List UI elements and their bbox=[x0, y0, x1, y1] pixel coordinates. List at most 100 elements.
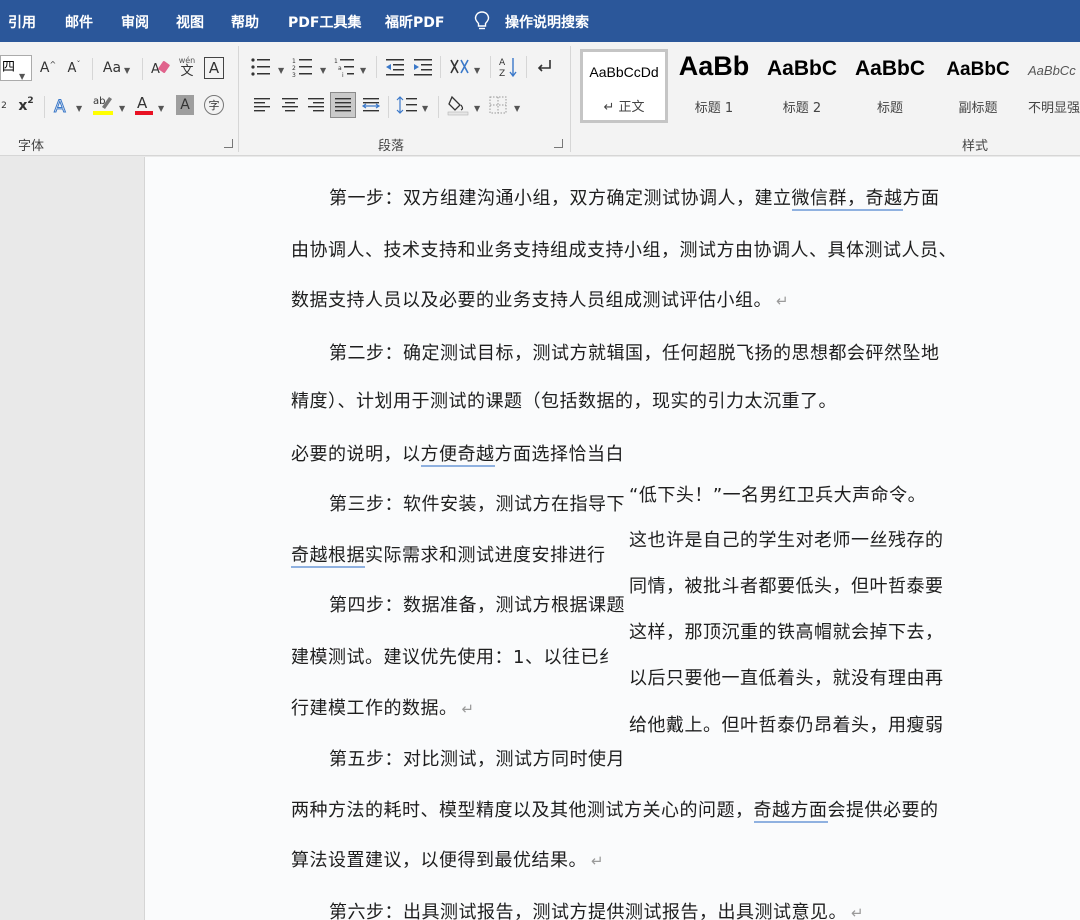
character-shading-button[interactable]: A bbox=[176, 95, 194, 115]
menu-pdf-tools[interactable]: PDF工具集 bbox=[288, 12, 361, 32]
style-name: 副标题 bbox=[958, 101, 998, 116]
style-subtle-emphasis[interactable]: AaBbCc 不明显强 bbox=[1024, 49, 1080, 123]
styles-gallery: AaBbCcDd ↵ 正文 AaBb 标题 1 AaBbC 标题 2 AaBbC… bbox=[578, 47, 1080, 127]
shrink-font-icon: A bbox=[67, 60, 77, 76]
document-line: 必要的说明，以方便奇越方面选择恰当白 bbox=[291, 440, 624, 467]
character-shading-icon: A bbox=[180, 97, 190, 113]
line-text: 实际需求和测试进度安排进行 bbox=[365, 545, 606, 566]
style-normal[interactable]: AaBbCcDd ↵ 正文 bbox=[580, 49, 668, 123]
decrease-indent-icon[interactable] bbox=[384, 56, 406, 78]
font-size-field[interactable]: 四 ▼ bbox=[0, 55, 32, 81]
document-line: 第二步：确定测试目标，测试方就辑国，任何超脱飞扬的思想都会砰然坠地 bbox=[329, 339, 940, 365]
ribbon: 四 ▼ A ^ Aˇ Aa ▼ A wén 文 A 2 x2 A ▼ ab ▼ A … bbox=[0, 42, 1080, 156]
line-text: 方面 bbox=[902, 188, 940, 209]
paragraph-dialog-launcher-icon[interactable] bbox=[554, 139, 563, 148]
style-sample: AaBbC bbox=[766, 57, 837, 80]
line-text: 行建模工作的数据。 bbox=[291, 698, 458, 719]
menu-foxit-pdf[interactable]: 福昕PDF bbox=[385, 12, 444, 32]
highlight-color-icon[interactable]: ab bbox=[92, 93, 114, 117]
font-color-icon[interactable]: A bbox=[134, 93, 154, 117]
overlay-line: 以后只要他一直低着头，就没有理由再 bbox=[629, 668, 944, 689]
line-text: 两种方法的耗时、模型精度以及其他测试方关心的问题， bbox=[291, 800, 754, 821]
svg-text:Z: Z bbox=[499, 69, 505, 79]
character-border-icon: A bbox=[208, 59, 220, 77]
enclose-characters-button[interactable]: 字 bbox=[204, 95, 224, 115]
line-text: 第四步：数据准备，测试方根据课题 bbox=[329, 595, 625, 616]
menu-view[interactable]: 视图 bbox=[176, 12, 204, 32]
change-case-icon: Aa bbox=[102, 60, 122, 76]
line-text: 算法设置建议，以便得到最优结果。 bbox=[291, 850, 587, 871]
text-effects-icon[interactable]: A bbox=[52, 95, 72, 118]
increase-indent-icon[interactable] bbox=[412, 56, 434, 78]
enclose-characters-icon: 字 bbox=[208, 99, 220, 112]
justify-icon[interactable] bbox=[330, 92, 356, 118]
document-line: 奇越根据实际需求和测试进度安排进行 bbox=[291, 541, 606, 568]
phonetic-guide-char: 文 bbox=[180, 63, 194, 79]
grow-font-button[interactable]: A ^ bbox=[40, 58, 56, 78]
style-sample: AaBbC bbox=[854, 57, 925, 80]
style-sample: AaBbCc bbox=[1028, 63, 1076, 78]
distributed-icon[interactable] bbox=[361, 95, 381, 115]
menu-review[interactable]: 审阅 bbox=[121, 12, 149, 32]
style-heading-2[interactable]: AaBbC 标题 2 bbox=[760, 49, 844, 123]
line-text: 第二步：确定测试目标，测试方就辑国，任何超脱飞扬的思想都会砰然坠地 bbox=[329, 343, 940, 364]
align-right-icon[interactable] bbox=[306, 95, 326, 115]
clear-formatting-icon[interactable]: A bbox=[150, 58, 170, 78]
overlay-line: “低下头！”一名男红卫兵大声命令。 bbox=[629, 485, 927, 506]
chinese-layout-icon[interactable] bbox=[448, 56, 472, 78]
document-line: 算法设置建议，以便得到最优结果。 ↵ bbox=[291, 846, 604, 872]
align-center-icon[interactable] bbox=[280, 95, 300, 115]
chevron-down-icon: ▼ bbox=[278, 66, 285, 75]
underlined-text: 奇越根据 bbox=[291, 545, 365, 568]
paragraph-group-label: 段落 bbox=[378, 139, 405, 154]
document-line: 第一步：双方组建沟通小组，双方确定测试协调人，建立微信群，奇越方面 bbox=[329, 184, 940, 211]
shrink-font-button[interactable]: Aˇ bbox=[66, 58, 82, 78]
numbering-icon[interactable]: 1 2 3 bbox=[292, 56, 314, 78]
chevron-down-icon: ▼ bbox=[474, 66, 481, 75]
menu-references[interactable]: 引用 bbox=[8, 12, 36, 32]
shading-icon[interactable] bbox=[446, 93, 470, 117]
document-line: 第五步：对比测试，测试方同时使月 bbox=[329, 745, 625, 771]
styles-group-label: 样式 bbox=[962, 139, 989, 154]
svg-text:A: A bbox=[151, 62, 160, 77]
document-line: 精度）、计划用于测试的课题（包括数据的，现实的引力太沉重了。 bbox=[291, 387, 837, 413]
line-text: 建模测试。建议优先使用：1、以往已纟 bbox=[291, 647, 618, 668]
change-case-button[interactable]: Aa bbox=[100, 58, 124, 78]
chevron-down-icon: ▼ bbox=[320, 66, 327, 75]
font-size-value: 四 bbox=[2, 60, 16, 75]
line-spacing-icon[interactable] bbox=[396, 95, 418, 115]
style-subtitle[interactable]: AaBbC 副标题 bbox=[936, 49, 1020, 123]
menu-help[interactable]: 帮助 bbox=[231, 12, 259, 32]
multilevel-list-icon[interactable]: 1 a i bbox=[334, 56, 358, 78]
style-name: 标题 1 bbox=[694, 101, 734, 116]
chevron-down-icon: ▼ bbox=[422, 104, 429, 113]
document-line: 数据支持人员以及必要的业务支持人员组成测试评估小组。 ↵ bbox=[291, 286, 789, 312]
style-heading-1[interactable]: AaBb 标题 1 bbox=[672, 49, 756, 123]
underlined-text: 奇越方面 bbox=[753, 800, 828, 823]
document-page[interactable]: 第一步：双方组建沟通小组，双方确定测试协调人，建立微信群，奇越方面由协调人、技术… bbox=[144, 157, 1080, 920]
document-line: 第六步：出具测试报告，测试方提供测试报告，出具测试意见。 ↵ bbox=[329, 898, 864, 920]
character-border-button[interactable]: A bbox=[204, 57, 224, 79]
paragraph-marks-icon[interactable] bbox=[534, 56, 554, 78]
overlay-line: 这样，那顶沉重的铁高帽就会掉下去， bbox=[629, 622, 944, 643]
superscript-button[interactable]: x2 bbox=[16, 95, 36, 117]
phonetic-guide-button[interactable]: wén 文 bbox=[178, 53, 196, 81]
style-title[interactable]: AaBbC 标题 bbox=[848, 49, 932, 123]
font-dialog-launcher-icon[interactable] bbox=[224, 139, 233, 148]
overlay-line: 给他戴上。但叶哲泰仍昂着头，用瘦弱 bbox=[629, 715, 944, 736]
align-left-icon[interactable] bbox=[252, 95, 272, 115]
line-text: 第五步：对比测试，测试方同时使月 bbox=[329, 749, 625, 770]
tell-me-search[interactable]: 操作说明搜索 bbox=[505, 12, 589, 32]
subscript-mark: 2 bbox=[1, 101, 7, 111]
style-name: ↵ 正文 bbox=[603, 100, 645, 115]
borders-icon[interactable] bbox=[488, 95, 508, 115]
chevron-down-icon: ▼ bbox=[19, 72, 26, 81]
chevron-down-icon: ▼ bbox=[158, 104, 165, 113]
line-text: 第三步：软件安装，测试方在指导下 bbox=[329, 494, 625, 515]
sort-icon[interactable]: AZ bbox=[498, 55, 520, 79]
menu-mailings[interactable]: 邮件 bbox=[65, 12, 93, 32]
svg-text:i: i bbox=[342, 72, 344, 78]
svg-text:3: 3 bbox=[292, 72, 296, 78]
line-text: 由协调人、技术支持和业务支持组成支持小组，测试方由协调人、具体测试人员、 bbox=[291, 240, 957, 261]
bullets-icon[interactable] bbox=[250, 56, 272, 78]
